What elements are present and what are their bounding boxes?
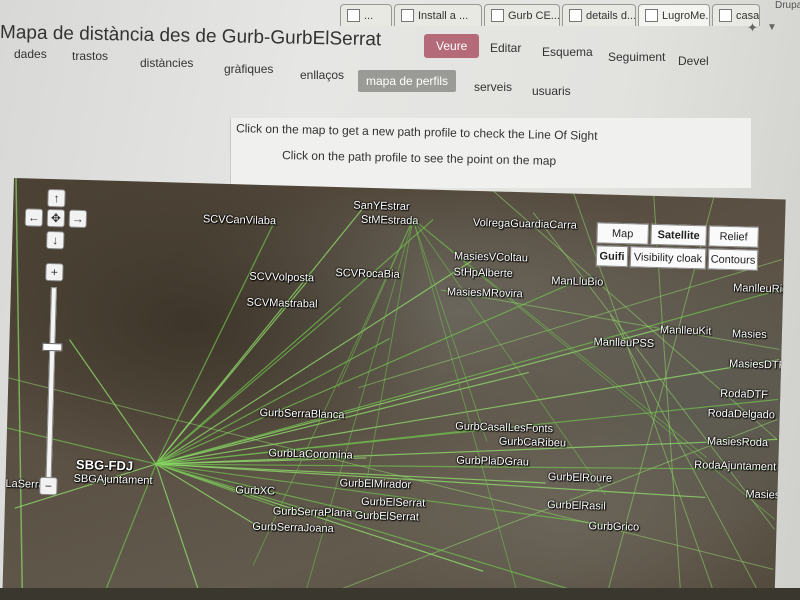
map-node-label[interactable]: GurbElRasil	[547, 499, 606, 513]
map-node-label[interactable]: GurbXC	[235, 484, 275, 497]
map-node-label[interactable]: ManLluBio	[551, 275, 603, 288]
subtab-mapa-de-perfils[interactable]: mapa de perfils	[358, 70, 457, 92]
pan-left-button[interactable]: ←	[24, 208, 44, 227]
map-type-map-button[interactable]: Map	[596, 222, 649, 245]
map-node-label[interactable]: SCVRocaBia	[335, 267, 400, 281]
center-icon: ✥	[50, 211, 62, 226]
browser-tab[interactable]: ...	[340, 4, 392, 26]
map-node-label[interactable]: GurbCaRibeu	[499, 436, 567, 450]
map-type-relief-button[interactable]: Relief	[708, 225, 759, 248]
user-label: Drupal	[775, 0, 800, 11]
map-node-label[interactable]: ManlleuPSS	[593, 336, 654, 350]
link-line	[155, 207, 364, 465]
link-line	[155, 306, 341, 465]
tab-devel[interactable]: Devel	[666, 49, 721, 73]
subtab-serveis[interactable]: serveis	[466, 76, 520, 98]
subtab-distancies[interactable]: distàncies	[132, 52, 201, 74]
map-node-label[interactable]: MasiesRoda	[707, 435, 768, 449]
map-node-label[interactable]: GurbPlaDGrau	[456, 454, 529, 468]
map-node-label[interactable]: GurbElSerrat	[355, 510, 420, 524]
tab-esquema[interactable]: Esquema	[530, 40, 605, 64]
browser-tab[interactable]: Gurb CE...	[484, 4, 560, 26]
zoom-out-button[interactable]: −	[39, 476, 58, 496]
browser-tab[interactable]: details d...	[562, 4, 636, 26]
map-node-label[interactable]: MasiesDTF	[729, 358, 786, 372]
favicon-icon	[401, 9, 414, 22]
map-node-label[interactable]: SCVVolposta	[249, 271, 314, 285]
favicon-icon	[491, 9, 504, 22]
map-node-label[interactable]: GurbLaCoromina	[268, 447, 353, 461]
arrow-down-icon: ↓	[52, 233, 59, 248]
link-line	[15, 178, 24, 597]
browser-window: ... Install a ... Gurb CE... details d..…	[0, 0, 800, 600]
favicon-icon	[645, 9, 658, 22]
tab-menu-chevron-icon[interactable]: ▼	[767, 22, 777, 33]
link-line	[155, 260, 473, 465]
link-line	[155, 463, 203, 600]
browser-tab[interactable]: Install a ...	[394, 4, 482, 26]
pan-down-button[interactable]: ↓	[46, 230, 65, 250]
favicon-icon	[719, 9, 732, 22]
profile-map[interactable]: SBG-FDJ SBGAjuntament SCVCanVilaba SCVVo…	[2, 178, 786, 600]
arrow-up-icon: ↑	[53, 191, 60, 206]
subtab-dades[interactable]: dades	[6, 43, 55, 65]
map-node-label[interactable]: MasiesVColtau	[454, 250, 528, 264]
map-node-label[interactable]: GurbSerraPlana	[273, 505, 353, 519]
map-node-label[interactable]: GurbSerraBlanca	[259, 407, 344, 421]
pan-center-button[interactable]: ✥	[46, 208, 66, 228]
zoom-slider-handle[interactable]	[42, 342, 63, 352]
tab-veure[interactable]: Veure	[424, 34, 480, 58]
bookmark-star-icon[interactable]: ✦	[747, 20, 758, 36]
map-node-label[interactable]: StHpAlberte	[453, 266, 513, 280]
minus-icon: −	[44, 478, 53, 494]
subtab-usuaris[interactable]: usuaris	[524, 80, 579, 102]
map-node-label[interactable]: SBG-FDJ	[76, 457, 133, 474]
favicon-icon	[569, 9, 582, 22]
browser-tab-label: ...	[364, 9, 374, 22]
map-node-label[interactable]: StMEstrada	[361, 214, 419, 228]
plus-icon: +	[50, 265, 59, 280]
overlay-contours-button[interactable]: Contours	[707, 248, 759, 271]
map-node-label[interactable]: GurbElMirador	[339, 477, 411, 491]
map-node-label[interactable]: SCVMastrabal	[246, 297, 317, 311]
subtab-grafiques[interactable]: gràfiques	[216, 58, 281, 80]
map-node-label[interactable]: RodaDelgado	[708, 407, 776, 421]
arrow-right-icon: →	[71, 211, 85, 226]
map-type-satellite-button[interactable]: Satellite	[650, 223, 707, 247]
tab-editar[interactable]: Editar	[478, 36, 533, 60]
link-line	[609, 314, 773, 600]
browser-tab-label: details d...	[586, 9, 636, 22]
monitor-bezel	[0, 588, 800, 600]
map-node-label[interactable]: Masies	[732, 328, 767, 341]
pan-right-button[interactable]: →	[68, 209, 88, 229]
map-node-label[interactable]: MasiesMRovira	[447, 286, 523, 300]
overlay-visibility-cloak-button[interactable]: Visibility cloak	[629, 246, 707, 270]
arrow-left-icon: ←	[27, 210, 41, 225]
map-node-label[interactable]: GurbElRoure	[548, 471, 613, 485]
subtab-trastos[interactable]: trastos	[64, 45, 116, 67]
browser-tab-active[interactable]: LugroMe...	[638, 4, 710, 26]
pan-up-button[interactable]: ↑	[47, 188, 66, 208]
map-node-label[interactable]: SBGAjuntament	[73, 473, 152, 487]
map-node-label[interactable]: Masies	[745, 489, 780, 502]
subtab-enllacos[interactable]: enllaços	[292, 64, 352, 86]
browser-tab-label: Install a ...	[418, 9, 469, 22]
overlay-guifi-button[interactable]: Guifi	[595, 245, 629, 268]
link-line	[358, 258, 783, 389]
map-node-label[interactable]: ManlleuRig	[733, 282, 786, 296]
browser-tab-label: Gurb CE...	[508, 9, 560, 22]
map-node-label[interactable]: SCVCanVilaba	[203, 213, 276, 227]
zoom-in-button[interactable]: +	[45, 262, 64, 282]
map-node-label[interactable]: GurbGrico	[588, 520, 639, 533]
map-node-label[interactable]: RodaDTF	[720, 388, 768, 401]
map-node-label[interactable]: SanYEstrar	[353, 199, 410, 213]
map-node-label[interactable]: GurbElSerrat	[361, 496, 426, 510]
browser-tab-label: LugroMe...	[662, 9, 710, 22]
map-node-label[interactable]: GurbSerraJoana	[252, 521, 334, 535]
favicon-icon	[347, 9, 360, 22]
map-node-label[interactable]: RodaAjuntament	[694, 459, 776, 473]
map-node-label[interactable]: ManlleuKit	[660, 324, 712, 337]
